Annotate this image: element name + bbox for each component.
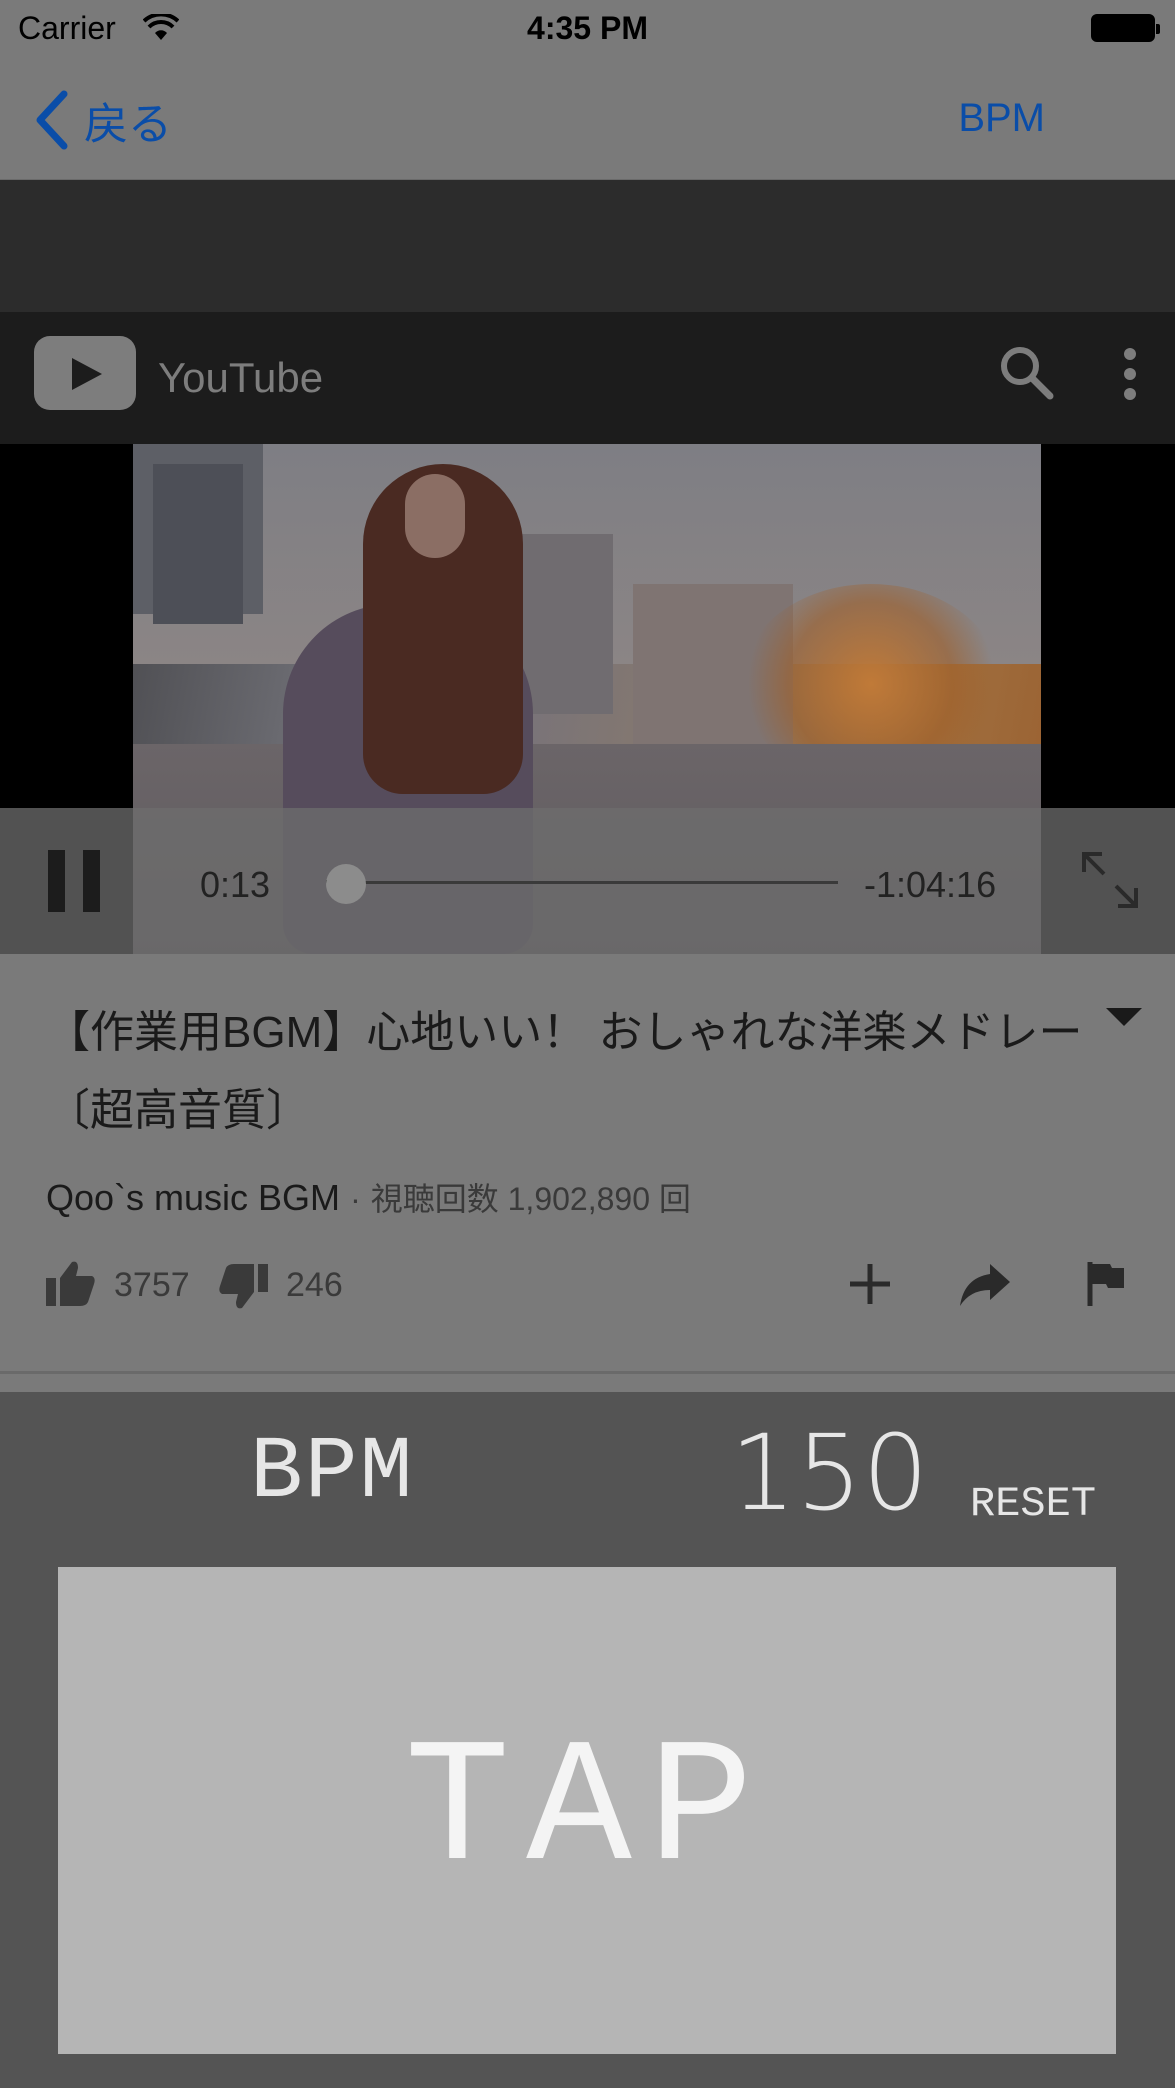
channel-name[interactable]: Qoo`s music BGM (46, 1177, 340, 1218)
youtube-logo-icon[interactable] (34, 336, 136, 410)
player-controls: 0:13 -1:04:16 (0, 808, 1175, 954)
status-bar: Carrier 4:35 PM (0, 0, 1175, 60)
back-label: 戻る (84, 100, 172, 149)
bpm-nav-button[interactable]: BPM (958, 96, 1045, 141)
current-time: 0:13 (200, 864, 271, 905)
share-icon[interactable] (958, 1260, 1012, 1308)
flag-icon[interactable] (1086, 1260, 1126, 1308)
view-count: 視聴回数 1,902,890 回 (370, 1181, 691, 1217)
video-player[interactable]: 0:13 -1:04:16 (0, 444, 1175, 954)
dislike-count: 246 (286, 1266, 343, 1304)
more-vertical-icon[interactable] (1112, 348, 1148, 400)
thumbs-up-icon[interactable] (46, 1260, 96, 1306)
video-actions: 3757 246 (46, 1254, 1136, 1314)
pause-icon[interactable] (48, 850, 100, 912)
channel-line: Qoo`s music BGM · 視聴回数 1,902,890 回 (46, 1174, 691, 1220)
bpm-label: BPM (250, 1424, 415, 1523)
battery-icon (1091, 14, 1160, 42)
spacer-band (0, 180, 1175, 312)
chevron-left-icon (36, 90, 68, 150)
youtube-title: YouTube (158, 354, 324, 401)
tap-button[interactable]: TAP (58, 1567, 1116, 2054)
bpm-panel: BPM 150 RESET TAP (0, 1392, 1175, 2088)
seek-handle[interactable] (325, 864, 366, 904)
add-to-playlist-icon[interactable] (846, 1260, 894, 1308)
video-title: 【作業用BGM】心地いい！ おしゃれな洋楽メドレー〔超高音質〕 (46, 1008, 1083, 1135)
separator: · (350, 1181, 361, 1217)
seek-bar[interactable] (326, 880, 838, 885)
search-icon[interactable] (998, 344, 1054, 400)
remaining-time: -1:04:16 (864, 864, 997, 905)
thumbs-down-icon[interactable] (218, 1264, 268, 1310)
back-button[interactable]: 戻る (34, 88, 172, 152)
clock: 4:35 PM (527, 10, 648, 46)
like-count: 3757 (114, 1266, 190, 1304)
tap-label: TAP (404, 1710, 770, 1911)
video-info: 【作業用BGM】心地いい！ おしゃれな洋楽メドレー〔超高音質〕 Qoo`s mu… (0, 954, 1175, 1374)
reset-button[interactable]: RESET (970, 1480, 1096, 1528)
bpm-value: 150 (730, 1412, 929, 1534)
navigation-bar: 戻る BPM (0, 60, 1175, 180)
caret-down-icon[interactable] (1104, 1004, 1144, 1030)
fullscreen-icon[interactable] (1080, 850, 1140, 910)
